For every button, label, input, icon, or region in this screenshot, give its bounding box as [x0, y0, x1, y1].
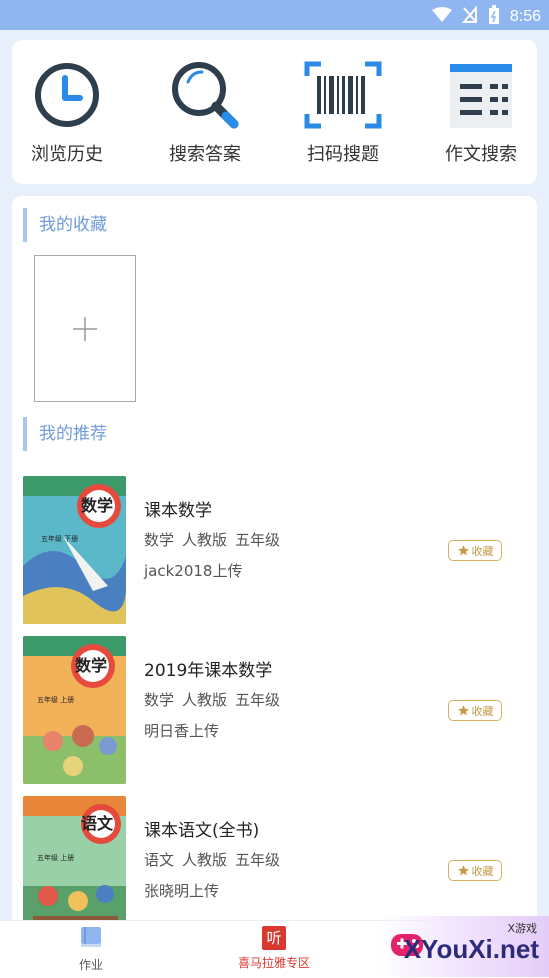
watermark-text: XYouXi.net: [403, 934, 539, 964]
book-tags: 数学 人教版 五年级: [144, 529, 288, 550]
tool-label: 搜索答案: [169, 144, 241, 165]
tool-search-answer[interactable]: 搜索答案: [150, 60, 260, 166]
book-uploader: jack2018上传: [144, 562, 243, 580]
tag-subject: 数学: [144, 531, 175, 549]
favorite-button[interactable]: 收藏: [448, 860, 502, 881]
cover-title: 数学: [81, 496, 113, 515]
main-content-card: 我的收藏 我的推荐 数学 五年级 下册 课本数学 数学 人教版 五年级 jack…: [12, 196, 537, 944]
book-tags: 语文 人教版 五年级: [144, 849, 288, 870]
list-item[interactable]: 数学 五年级 下册 课本数学 数学 人教版 五年级 jack2018上传 收藏: [23, 476, 523, 624]
book-tags: 数学 人教版 五年级: [144, 689, 288, 710]
star-icon: [457, 705, 469, 716]
cover-grade: 五年级 上册: [37, 853, 74, 862]
nav-label: 作业: [78, 958, 103, 972]
tag-edition: 人教版: [182, 691, 228, 709]
tag-edition: 人教版: [182, 531, 228, 549]
tag-subject: 语文: [144, 851, 175, 869]
wifi-icon: [431, 7, 452, 27]
tag-grade: 五年级: [235, 851, 281, 869]
status-bar: 8:56: [0, 0, 549, 30]
book-uploader: 张晓明上传: [144, 882, 220, 900]
tool-browse-history[interactable]: 浏览历史: [12, 60, 122, 166]
barcode-scan-icon: [304, 61, 382, 129]
no-signal-icon: [461, 5, 478, 28]
favorite-button[interactable]: 收藏: [448, 700, 502, 721]
book-uploader: 明日香上传: [144, 722, 220, 740]
tag-grade: 五年级: [235, 531, 281, 549]
cover-grade: 五年级 下册: [41, 534, 78, 543]
book-cover: 数学 五年级 下册: [23, 476, 126, 624]
star-icon: [457, 865, 469, 876]
tool-label: 作文搜索: [445, 144, 517, 165]
list-item[interactable]: 数学 五年级 上册 2019年课本数学 数学 人教版 五年级 明日香上传 收藏: [23, 636, 523, 784]
book-icon: [81, 927, 101, 947]
plus-icon: [73, 316, 97, 341]
add-favorite-button[interactable]: [34, 255, 136, 402]
cover-grade: 五年级 上册: [37, 695, 74, 704]
book-title: 课本语文(全书): [144, 821, 260, 841]
favorites-title: 我的收藏: [23, 208, 107, 242]
cover-title: 数学: [75, 656, 107, 675]
tag-subject: 数学: [144, 691, 175, 709]
battery-icon: [488, 5, 500, 29]
favorite-label: 收藏: [471, 864, 494, 878]
favorite-button[interactable]: 收藏: [448, 540, 502, 561]
favorite-label: 收藏: [471, 704, 494, 718]
tool-label: 浏览历史: [31, 144, 103, 165]
tag-grade: 五年级: [235, 691, 281, 709]
book-title: 2019年课本数学: [144, 661, 273, 681]
book-cover: 数学 五年级 上册: [23, 636, 126, 784]
nav-ximalaya[interactable]: 听 喜马拉雅专区: [224, 926, 324, 971]
quick-tools-card: 浏览历史 搜索答案 扫码搜题 作文搜索: [12, 40, 537, 184]
nav-homework[interactable]: 作业: [41, 926, 141, 973]
star-icon: [457, 545, 469, 556]
recommend-title: 我的推荐: [23, 417, 107, 451]
search-icon: [172, 62, 239, 129]
tool-label: 扫码搜题: [307, 144, 379, 165]
watermark: X游戏 XYouXi.net: [379, 916, 549, 977]
book-title: 课本数学: [144, 501, 212, 521]
tool-essay-search[interactable]: 作文搜索: [426, 60, 536, 166]
tag-edition: 人教版: [182, 851, 228, 869]
tool-scan-question[interactable]: 扫码搜题: [288, 60, 398, 166]
listen-icon: 听: [262, 926, 286, 950]
cover-title: 语文: [81, 814, 114, 833]
status-time: 8:56: [509, 8, 541, 25]
nav-label: 喜马拉雅专区: [237, 956, 310, 970]
clock-icon: [35, 63, 99, 127]
favorite-label: 收藏: [471, 544, 494, 558]
document-list-icon: [450, 64, 512, 128]
